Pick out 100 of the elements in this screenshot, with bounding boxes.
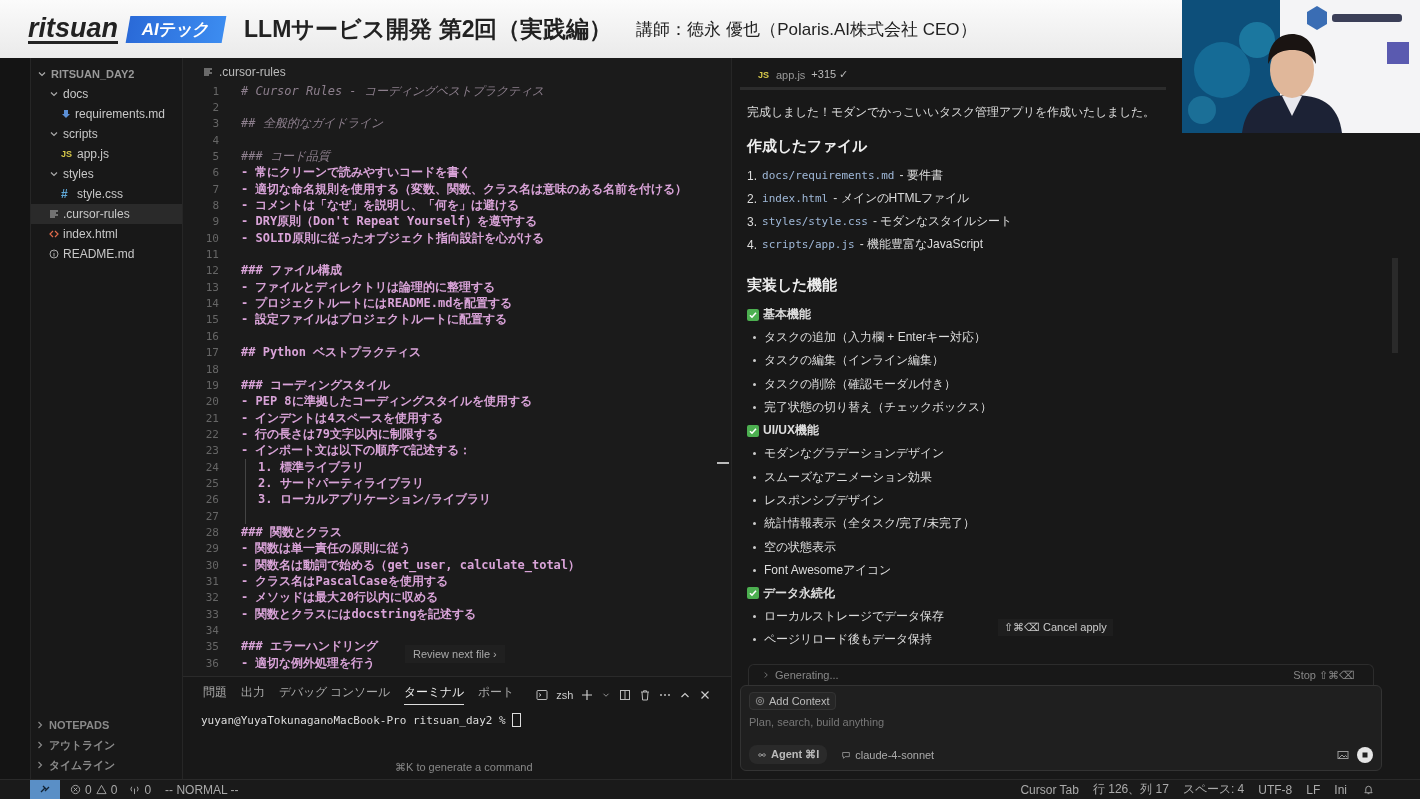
file-description: - モダンなスタイルシート	[873, 213, 1013, 230]
feature-item: 空の状態表示	[764, 538, 836, 556]
tree-item[interactable]: # style.css	[31, 184, 182, 204]
logo: ritsuan	[28, 14, 119, 44]
status-item[interactable]: LF	[1306, 782, 1321, 797]
list-number: 1.	[747, 168, 757, 183]
chat-icon	[841, 749, 852, 760]
feature-item: Font Awesomeアイコン	[764, 561, 892, 579]
line-number: 21	[204, 411, 219, 425]
tree-item[interactable]: docs	[31, 84, 182, 104]
panel-tab[interactable]: 出力	[241, 684, 265, 705]
line-number: 17	[204, 346, 219, 360]
breadcrumb[interactable]: .cursor-rules	[219, 65, 286, 79]
status-item[interactable]: UTF-8	[1258, 782, 1293, 797]
review-next-file-button[interactable]: Review next file ›	[405, 645, 505, 663]
status-item[interactable]: Cursor Tab	[1020, 782, 1079, 797]
line-number: 34	[204, 624, 219, 637]
remote-icon[interactable]	[30, 780, 60, 799]
status-item[interactable]: 行 126、列 17	[1092, 781, 1169, 798]
add-context-button[interactable]: Add Context	[749, 692, 836, 710]
stop-button[interactable]: Stop ⇧⌘⌫	[1287, 667, 1361, 683]
code-line: - 関数とクラスにはdocstringを記述する	[241, 605, 477, 623]
checkmark-icon	[747, 308, 759, 321]
code-line: - クラス名はPascalCaseを使用する	[241, 573, 448, 590]
feature-item: 完了状態の切り替え（チェックボックス）	[764, 399, 992, 417]
file-chip[interactable]: JS app.js +315 ✓	[740, 66, 1166, 90]
plus-icon[interactable]	[581, 688, 594, 701]
list-number: 3.	[747, 214, 757, 229]
file-path: styles/style.css	[762, 215, 868, 228]
section-heading: 作成したファイル	[747, 137, 868, 156]
feature-item: ローカルストレージでデータ保存	[764, 608, 944, 626]
warning-count[interactable]: 0	[110, 782, 118, 797]
feature-group-title: データ永続化	[763, 584, 835, 602]
lines-icon	[49, 209, 59, 219]
tree-item[interactable]: styles	[31, 164, 182, 184]
error-icon	[70, 784, 81, 795]
at-icon	[755, 696, 765, 706]
vim-mode: -- NORMAL --	[165, 782, 239, 797]
tree-item[interactable]: requirements.md	[31, 104, 182, 124]
tree-item[interactable]: README.md	[31, 244, 182, 264]
code-line: - ファイルとディレクトリは論理的に整理する	[241, 278, 496, 296]
feature-item: スムーズなアニメーション効果	[764, 468, 932, 486]
feature-group-title: 基本機能	[763, 306, 811, 323]
line-number: 19	[204, 378, 219, 392]
agent-mode-dropdown[interactable]: Agent ⌘I	[749, 745, 828, 764]
line-number: 23	[204, 444, 219, 458]
section-header[interactable]: NOTEPADS	[31, 715, 182, 735]
panel-tab[interactable]: ポート	[478, 684, 515, 705]
line-number: 29	[204, 542, 219, 556]
code-line: ### ファイル構成	[241, 262, 342, 280]
panel-tab[interactable]: ターミナル	[404, 684, 465, 705]
line-number: 32	[204, 591, 219, 605]
code-line: - 適切な例外処理を行う	[241, 654, 376, 672]
shell-name[interactable]: zsh	[556, 688, 574, 701]
status-item[interactable]: Ini	[1334, 782, 1347, 797]
code-line: - プロジェクトルートにはREADME.mdを配置する	[241, 295, 513, 312]
feature-item: ページリロード後もデータ保持	[764, 631, 932, 649]
checkmark-icon	[747, 587, 759, 600]
warning-icon	[95, 784, 107, 795]
code-line: - PEP 8に準拠したコーディングスタイルを使用する	[241, 393, 532, 411]
line-number: 24	[204, 460, 219, 474]
error-count[interactable]: 0	[85, 782, 92, 797]
section-header[interactable]: アウトライン	[31, 735, 182, 755]
checkmark-icon	[747, 424, 759, 437]
file-path: scripts/app.js	[762, 238, 855, 251]
feature-item: タスクの削除（確認モーダル付き）	[764, 375, 956, 393]
trash-icon[interactable]	[639, 688, 652, 701]
code-line: ## 全般的なガイドライン	[241, 115, 383, 133]
model-selector[interactable]: claude-4-sonnet	[835, 747, 941, 762]
terminal-hint: ⌘K to generate a command	[395, 761, 533, 774]
feature-item: レスポンシブデザイン	[764, 491, 884, 509]
text-cursor	[512, 713, 522, 727]
code-line: ### コード品質	[241, 148, 330, 166]
tree-item[interactable]: .cursor-rules	[31, 204, 182, 224]
tree-item[interactable]: scripts	[31, 124, 182, 144]
split-icon[interactable]	[619, 688, 632, 701]
section-header[interactable]: タイムライン	[31, 755, 182, 775]
prompt-field[interactable]: Plan, search, build anything	[749, 710, 1373, 734]
panel-tab[interactable]: デバッグ コンソール	[279, 684, 391, 705]
feature-group-title: UI/UX機能	[763, 422, 819, 440]
stop-icon[interactable]	[1357, 746, 1373, 763]
bell-icon[interactable]	[1363, 784, 1374, 795]
panel-tab[interactable]: 問題	[203, 684, 227, 705]
file-path: index.html	[762, 192, 829, 205]
generating-status: Generating...	[775, 669, 840, 681]
list-number: 2.	[747, 191, 757, 206]
code-icon	[49, 229, 59, 239]
line-number: 26	[204, 493, 219, 507]
line-number: 2	[211, 101, 219, 114]
tree-item[interactable]: RITSUAN_DAY2	[31, 64, 182, 84]
chat-input[interactable]: Add Context Plan, search, build anything Agent ⌘I claude-4-sonnet	[740, 685, 1382, 771]
line-number: 28	[204, 525, 219, 539]
tree-item[interactable]: JS app.js	[31, 144, 182, 164]
status-item[interactable]: スペース: 4	[1182, 781, 1245, 798]
tree-item[interactable]: index.html	[31, 224, 182, 244]
line-number: 4	[211, 133, 219, 147]
close-icon[interactable]	[699, 688, 712, 701]
ports-count[interactable]: 0	[144, 782, 152, 797]
image-icon[interactable]	[1337, 748, 1349, 761]
cancel-apply-button[interactable]: ⇧⌘⌫ Cancel apply	[998, 619, 1113, 636]
